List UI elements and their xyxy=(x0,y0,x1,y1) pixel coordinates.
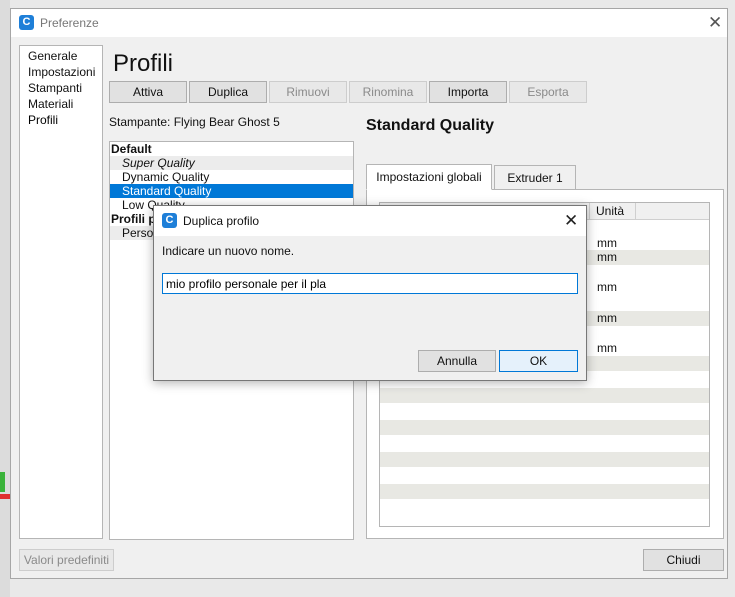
page-title: Profili xyxy=(113,50,174,77)
cura-logo-icon: C xyxy=(162,213,177,228)
ok-button[interactable]: OK xyxy=(499,350,578,372)
background-edge-left xyxy=(0,0,10,597)
profile-item-dynamic-quality[interactable]: Dynamic Quality xyxy=(110,170,353,184)
profile-item-super-quality[interactable]: Super Quality xyxy=(110,156,353,170)
new-profile-name-input[interactable] xyxy=(162,273,578,294)
sidebar-item-profili[interactable]: Profili xyxy=(20,112,102,128)
window-title: Preferenze xyxy=(40,16,99,30)
printer-label: Stampante: Flying Bear Ghost 5 xyxy=(109,115,280,129)
profile-item-standard-quality[interactable]: Standard Quality xyxy=(110,184,353,198)
close-button[interactable]: Chiudi xyxy=(643,549,724,571)
table-row xyxy=(380,484,709,499)
table-row xyxy=(380,420,709,435)
column-header-unit: Unità xyxy=(590,203,636,220)
tab-extruder-1[interactable]: Extruder 1 xyxy=(494,165,576,190)
rename-button[interactable]: Rinomina xyxy=(349,81,427,103)
tab-impostazioni-globali[interactable]: Impostazioni globali xyxy=(366,164,492,190)
sidebar-item-materiali[interactable]: Materiali xyxy=(20,96,102,112)
sidebar-item-stampanti[interactable]: Stampanti xyxy=(20,80,102,96)
duplicate-button[interactable]: Duplica xyxy=(189,81,267,103)
cancel-button[interactable]: Annulla xyxy=(418,350,496,372)
table-row xyxy=(380,388,709,403)
sidebar-item-generale[interactable]: Generale xyxy=(20,48,102,64)
background-accent-green xyxy=(0,472,5,492)
table-row xyxy=(380,452,709,467)
row-unit: mm xyxy=(597,280,617,294)
window-titlebar: C Preferenze ✕ xyxy=(11,9,727,37)
import-button[interactable]: Importa xyxy=(429,81,507,103)
row-unit: mm xyxy=(597,311,617,325)
preferences-sidebar: Generale Impostazioni Stampanti Material… xyxy=(19,45,103,539)
sidebar-item-impostazioni[interactable]: Impostazioni xyxy=(20,64,102,80)
dialog-title: Duplica profilo xyxy=(183,214,260,228)
dialog-titlebar: C Duplica profilo ✕ xyxy=(154,206,586,236)
duplicate-profile-dialog: C Duplica profilo ✕ Indicare un nuovo no… xyxy=(153,205,587,381)
restore-defaults-button[interactable]: Valori predefiniti xyxy=(19,549,114,571)
window-close-icon[interactable]: ✕ xyxy=(708,14,722,31)
row-unit: mm xyxy=(597,236,617,250)
activate-button[interactable]: Attiva xyxy=(109,81,187,103)
row-unit: mm xyxy=(597,250,617,264)
remove-button[interactable]: Rimuovi xyxy=(269,81,347,103)
dialog-close-icon[interactable]: ✕ xyxy=(564,212,578,229)
profile-details-title: Standard Quality xyxy=(366,117,495,134)
row-unit: mm xyxy=(597,341,617,355)
background-accent-red xyxy=(0,494,10,499)
profile-section-default: Default xyxy=(111,142,152,156)
export-button[interactable]: Esporta xyxy=(509,81,587,103)
column-header-value xyxy=(636,203,709,220)
cura-logo-icon: C xyxy=(19,15,34,30)
dialog-prompt: Indicare un nuovo nome. xyxy=(162,244,295,258)
